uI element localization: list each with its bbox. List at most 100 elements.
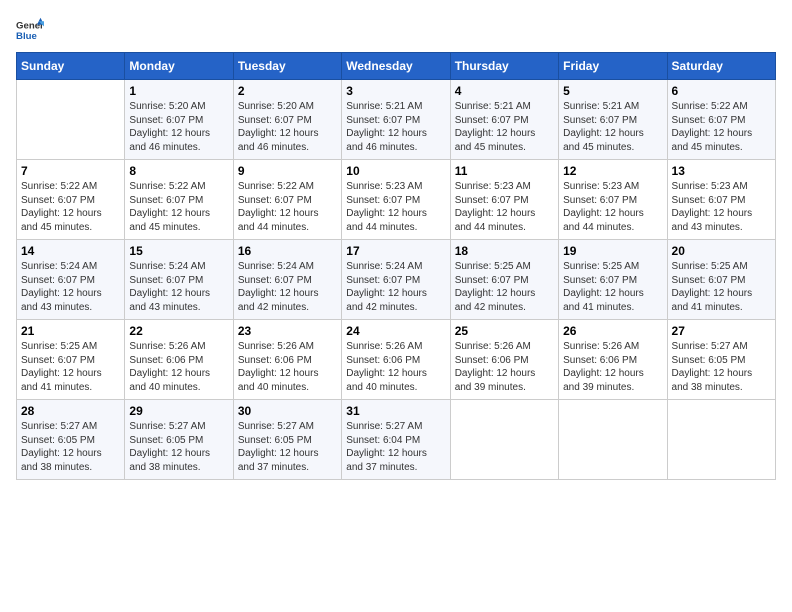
- day-number: 27: [672, 324, 771, 338]
- calendar-cell: 1Sunrise: 5:20 AMSunset: 6:07 PMDaylight…: [125, 80, 233, 160]
- day-number: 17: [346, 244, 445, 258]
- calendar-cell: 29 Sunrise: 5:27 AMSunset: 6:05 PMDayligh…: [125, 400, 233, 480]
- calendar-cell: 10 Sunrise: 5:23 AMSunset: 6:07 PMDayligh…: [342, 160, 450, 240]
- weekday-header-friday: Friday: [559, 53, 667, 80]
- weekday-header-thursday: Thursday: [450, 53, 558, 80]
- calendar-cell: 11Sunrise: 5:23 AMSunset: 6:07 PMDayligh…: [450, 160, 558, 240]
- page-header: General Blue: [16, 16, 776, 44]
- day-number: 5: [563, 84, 662, 98]
- day-number: 18: [455, 244, 554, 258]
- calendar-cell: [667, 400, 775, 480]
- day-number: 3: [346, 84, 445, 98]
- day-info: Sunrise: 5:27 AMSunset: 6:05 PMDaylight:…: [129, 420, 228, 474]
- weekday-header-saturday: Saturday: [667, 53, 775, 80]
- day-number: 26: [563, 324, 662, 338]
- weekday-header-monday: Monday: [125, 53, 233, 80]
- day-number: 13: [672, 164, 771, 178]
- logo: General Blue: [16, 16, 52, 44]
- calendar-cell: 31 Sunrise: 5:27 AMSunset: 6:04 PMDayligh…: [342, 400, 450, 480]
- calendar-week-1: 1Sunrise: 5:20 AMSunset: 6:07 PMDaylight…: [17, 80, 776, 160]
- day-number: 31: [346, 404, 445, 418]
- day-info: Sunrise: 5:27 AMSunset: 6:05 PMDaylight:…: [21, 420, 120, 474]
- day-info: Sunrise: 5:22 AMSunset: 6:07 PMDaylight:…: [21, 180, 120, 234]
- day-info: Sunrise: 5:27 AMSunset: 6:05 PMDaylight:…: [672, 340, 771, 394]
- day-number: 19: [563, 244, 662, 258]
- day-number: 9: [238, 164, 337, 178]
- calendar-cell: 17 Sunrise: 5:24 AMSunset: 6:07 PMDayligh…: [342, 240, 450, 320]
- weekday-row: SundayMondayTuesdayWednesdayThursdayFrid…: [17, 53, 776, 80]
- calendar-cell: 9 Sunrise: 5:22 AMSunset: 6:07 PMDaylight…: [233, 160, 341, 240]
- day-info: Sunrise: 5:25 AMSunset: 6:07 PMDaylight:…: [563, 260, 662, 314]
- calendar-week-5: 28 Sunrise: 5:27 AMSunset: 6:05 PMDayligh…: [17, 400, 776, 480]
- day-info: Sunrise: 5:27 AMSunset: 6:05 PMDaylight:…: [238, 420, 337, 474]
- day-number: 29: [129, 404, 228, 418]
- calendar-cell: 14 Sunrise: 5:24 AMSunset: 6:07 PMDayligh…: [17, 240, 125, 320]
- weekday-header-tuesday: Tuesday: [233, 53, 341, 80]
- calendar-cell: 15 Sunrise: 5:24 AMSunset: 6:07 PMDayligh…: [125, 240, 233, 320]
- day-info: Sunrise: 5:22 AMSunset: 6:07 PMDaylight:…: [672, 100, 771, 154]
- day-info: Sunrise: 5:21 AMSunset: 6:07 PMDaylight:…: [563, 100, 662, 154]
- day-info: Sunrise: 5:23 AMSunset: 6:07 PMDaylight:…: [563, 180, 662, 234]
- calendar-cell: 22Sunrise: 5:26 AMSunset: 6:06 PMDayligh…: [125, 320, 233, 400]
- day-number: 10: [346, 164, 445, 178]
- day-info: Sunrise: 5:24 AMSunset: 6:07 PMDaylight:…: [21, 260, 120, 314]
- calendar-cell: 4 Sunrise: 5:21 AMSunset: 6:07 PMDaylight…: [450, 80, 558, 160]
- day-number: 20: [672, 244, 771, 258]
- calendar-week-2: 7 Sunrise: 5:22 AMSunset: 6:07 PMDaylight…: [17, 160, 776, 240]
- day-number: 6: [672, 84, 771, 98]
- day-info: Sunrise: 5:20 AMSunset: 6:07 PMDaylight:…: [129, 100, 228, 154]
- day-info: Sunrise: 5:22 AMSunset: 6:07 PMDaylight:…: [129, 180, 228, 234]
- day-info: Sunrise: 5:23 AMSunset: 6:07 PMDaylight:…: [346, 180, 445, 234]
- day-number: 14: [21, 244, 120, 258]
- day-info: Sunrise: 5:24 AMSunset: 6:07 PMDaylight:…: [129, 260, 228, 314]
- day-info: Sunrise: 5:23 AMSunset: 6:07 PMDaylight:…: [672, 180, 771, 234]
- calendar-cell: 18 Sunrise: 5:25 AMSunset: 6:07 PMDayligh…: [450, 240, 558, 320]
- day-number: 28: [21, 404, 120, 418]
- day-number: 8: [129, 164, 228, 178]
- day-info: Sunrise: 5:25 AMSunset: 6:07 PMDaylight:…: [455, 260, 554, 314]
- day-number: 21: [21, 324, 120, 338]
- weekday-header-wednesday: Wednesday: [342, 53, 450, 80]
- calendar-cell: [559, 400, 667, 480]
- calendar-cell: 13 Sunrise: 5:23 AMSunset: 6:07 PMDayligh…: [667, 160, 775, 240]
- calendar-cell: 7 Sunrise: 5:22 AMSunset: 6:07 PMDaylight…: [17, 160, 125, 240]
- calendar-cell: 16 Sunrise: 5:24 AMSunset: 6:07 PMDayligh…: [233, 240, 341, 320]
- calendar-header: SundayMondayTuesdayWednesdayThursdayFrid…: [17, 53, 776, 80]
- day-info: Sunrise: 5:22 AMSunset: 6:07 PMDaylight:…: [238, 180, 337, 234]
- calendar-table: SundayMondayTuesdayWednesdayThursdayFrid…: [16, 52, 776, 480]
- day-info: Sunrise: 5:27 AMSunset: 6:04 PMDaylight:…: [346, 420, 445, 474]
- day-number: 2: [238, 84, 337, 98]
- day-info: Sunrise: 5:25 AMSunset: 6:07 PMDaylight:…: [21, 340, 120, 394]
- day-info: Sunrise: 5:24 AMSunset: 6:07 PMDaylight:…: [238, 260, 337, 314]
- day-number: 30: [238, 404, 337, 418]
- calendar-cell: 27 Sunrise: 5:27 AMSunset: 6:05 PMDayligh…: [667, 320, 775, 400]
- calendar-cell: [17, 80, 125, 160]
- calendar-cell: 19 Sunrise: 5:25 AMSunset: 6:07 PMDayligh…: [559, 240, 667, 320]
- day-info: Sunrise: 5:23 AMSunset: 6:07 PMDaylight:…: [455, 180, 554, 234]
- day-number: 15: [129, 244, 228, 258]
- calendar-cell: 8 Sunrise: 5:22 AMSunset: 6:07 PMDaylight…: [125, 160, 233, 240]
- day-number: 24: [346, 324, 445, 338]
- calendar-cell: 30 Sunrise: 5:27 AMSunset: 6:05 PMDayligh…: [233, 400, 341, 480]
- calendar-cell: 26 Sunrise: 5:26 AMSunset: 6:06 PMDayligh…: [559, 320, 667, 400]
- calendar-cell: 3Sunrise: 5:21 AMSunset: 6:07 PMDaylight…: [342, 80, 450, 160]
- calendar-body: 1Sunrise: 5:20 AMSunset: 6:07 PMDaylight…: [17, 80, 776, 480]
- calendar-week-3: 14 Sunrise: 5:24 AMSunset: 6:07 PMDayligh…: [17, 240, 776, 320]
- calendar-week-4: 21 Sunrise: 5:25 AMSunset: 6:07 PMDayligh…: [17, 320, 776, 400]
- day-info: Sunrise: 5:26 AMSunset: 6:06 PMDaylight:…: [563, 340, 662, 394]
- day-info: Sunrise: 5:21 AMSunset: 6:07 PMDaylight:…: [455, 100, 554, 154]
- calendar-cell: 20Sunrise: 5:25 AMSunset: 6:07 PMDayligh…: [667, 240, 775, 320]
- day-number: 16: [238, 244, 337, 258]
- calendar-cell: 2 Sunrise: 5:20 AMSunset: 6:07 PMDaylight…: [233, 80, 341, 160]
- day-number: 12: [563, 164, 662, 178]
- svg-text:Blue: Blue: [16, 31, 37, 42]
- day-number: 7: [21, 164, 120, 178]
- day-info: Sunrise: 5:24 AMSunset: 6:07 PMDaylight:…: [346, 260, 445, 314]
- day-info: Sunrise: 5:26 AMSunset: 6:06 PMDaylight:…: [129, 340, 228, 394]
- logo-icon: General Blue: [16, 16, 44, 44]
- calendar-cell: 6 Sunrise: 5:22 AMSunset: 6:07 PMDaylight…: [667, 80, 775, 160]
- calendar-cell: 12 Sunrise: 5:23 AMSunset: 6:07 PMDayligh…: [559, 160, 667, 240]
- day-info: Sunrise: 5:26 AMSunset: 6:06 PMDaylight:…: [346, 340, 445, 394]
- day-info: Sunrise: 5:20 AMSunset: 6:07 PMDaylight:…: [238, 100, 337, 154]
- day-number: 4: [455, 84, 554, 98]
